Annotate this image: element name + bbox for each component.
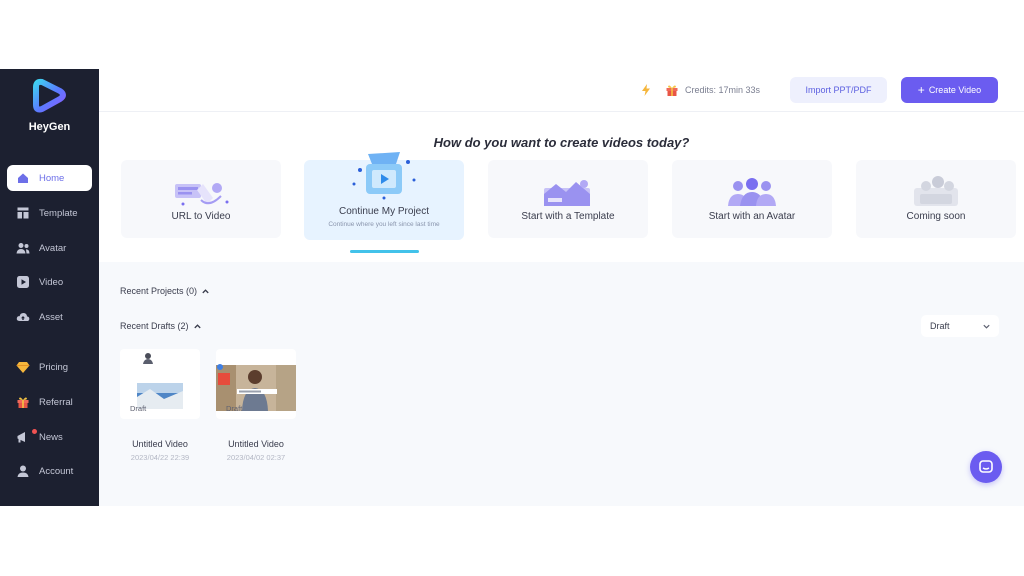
sidebar-item-avatar[interactable]: Avatar xyxy=(7,235,92,261)
card-url-to-video[interactable]: URL to Video xyxy=(121,160,281,238)
brand-name: HeyGen xyxy=(28,121,71,133)
chat-support-button[interactable] xyxy=(970,451,1002,483)
lightning-icon xyxy=(639,83,653,97)
card-start-with-template[interactable]: Start with a Template xyxy=(488,160,648,238)
sidebar-item-label: News xyxy=(39,431,63,443)
card-label: Coming soon xyxy=(906,211,966,222)
import-ppt-pdf-button[interactable]: Import PPT/PDF xyxy=(790,77,887,103)
video-title[interactable]: Untitled Video xyxy=(115,439,205,449)
card-label: Start with a Template xyxy=(521,211,615,222)
recent-drafts-toggle[interactable]: Recent Drafts (2) xyxy=(120,321,202,331)
chevron-up-icon xyxy=(202,288,209,293)
account-icon xyxy=(16,464,30,478)
recent-projects-label: Recent Projects (0) xyxy=(120,286,198,296)
notification-dot xyxy=(32,429,37,434)
credits-text: Credits: 17min 33s xyxy=(685,85,761,95)
coming-soon-illustration xyxy=(904,174,968,208)
template-illustration xyxy=(536,174,600,208)
credits-indicator[interactable]: Credits: 17min 33s xyxy=(637,78,781,102)
card-label: URL to Video xyxy=(171,211,231,222)
chat-icon xyxy=(979,460,993,473)
app-window: HeyGen Home Template Avatar Video Asset … xyxy=(0,69,1024,506)
card-sublabel: Continue where you left since last time xyxy=(328,221,440,228)
diamond-icon xyxy=(16,360,30,374)
sidebar-item-label: Video xyxy=(39,276,64,288)
sidebar-item-asset[interactable]: Asset xyxy=(7,304,92,330)
sidebar-item-referral[interactable]: Referral xyxy=(7,389,92,415)
sidebar-item-label: Home xyxy=(39,172,65,184)
sidebar-item-label: Asset xyxy=(39,311,63,323)
sidebar-item-template[interactable]: Template xyxy=(7,200,92,226)
video-title[interactable]: Untitled Video xyxy=(211,439,301,449)
sidebar-item-home[interactable]: Home xyxy=(7,165,92,191)
card-coming-soon: Coming soon xyxy=(856,160,1016,238)
sidebar-item-pricing[interactable]: Pricing xyxy=(7,354,92,380)
chevron-down-icon xyxy=(983,324,990,329)
megaphone-icon xyxy=(16,430,30,444)
video-date: 2023/04/02 02:37 xyxy=(226,453,286,462)
card-start-with-avatar[interactable]: Start with an Avatar xyxy=(672,160,832,238)
draft-thumbnail[interactable]: Draft xyxy=(216,349,296,419)
card-continue-my-project[interactable]: Continue My Project Continue where you l… xyxy=(304,152,464,240)
draft-tag: Draft xyxy=(226,404,243,413)
avatar-group-illustration xyxy=(720,174,784,208)
template-icon xyxy=(16,206,30,220)
video-date: 2023/04/22 22:39 xyxy=(130,453,190,462)
continue-project-illustration xyxy=(344,150,424,202)
sidebar-item-label: Template xyxy=(39,207,78,219)
recent-projects-toggle[interactable]: Recent Projects (0) xyxy=(120,286,210,296)
gift-icon xyxy=(665,83,679,97)
sidebar-item-account[interactable]: Account xyxy=(7,458,92,484)
plus-icon: + xyxy=(917,83,925,97)
create-video-button[interactable]: + Create Video xyxy=(901,77,998,103)
cloud-icon xyxy=(16,310,30,324)
gift-icon xyxy=(16,395,30,409)
create-video-label: Create Video xyxy=(928,85,982,95)
draft-filter-dropdown[interactable]: Draft xyxy=(921,315,999,337)
card-label: Start with an Avatar xyxy=(708,211,796,222)
video-icon xyxy=(16,275,30,289)
chevron-up-icon xyxy=(193,323,201,328)
sidebar-item-video[interactable]: Video xyxy=(7,269,92,295)
sidebar: HeyGen Home Template Avatar Video Asset … xyxy=(0,69,99,506)
avatar-icon xyxy=(16,241,30,255)
sidebar-item-label: Account xyxy=(39,465,74,477)
sidebar-item-label: Avatar xyxy=(39,242,67,254)
carousel-indicator xyxy=(350,250,419,253)
sidebar-item-label: Referral xyxy=(39,396,73,408)
draft-filter-value: Draft xyxy=(930,321,950,331)
recent-drafts-label: Recent Drafts (2) xyxy=(120,321,189,331)
home-icon xyxy=(16,171,30,185)
card-label: Continue My Project xyxy=(338,206,430,217)
draft-thumbnail[interactable]: Draft xyxy=(120,349,200,419)
page-headline: How do you want to create videos today? xyxy=(433,135,690,150)
heygen-logo[interactable] xyxy=(30,77,68,115)
url-to-video-illustration xyxy=(169,174,233,208)
sidebar-item-news[interactable]: News xyxy=(7,424,92,450)
draft-tag: Draft xyxy=(130,404,147,413)
sidebar-item-label: Pricing xyxy=(39,361,69,373)
top-header: Credits: 17min 33s Import PPT/PDF + Crea… xyxy=(99,69,1024,112)
